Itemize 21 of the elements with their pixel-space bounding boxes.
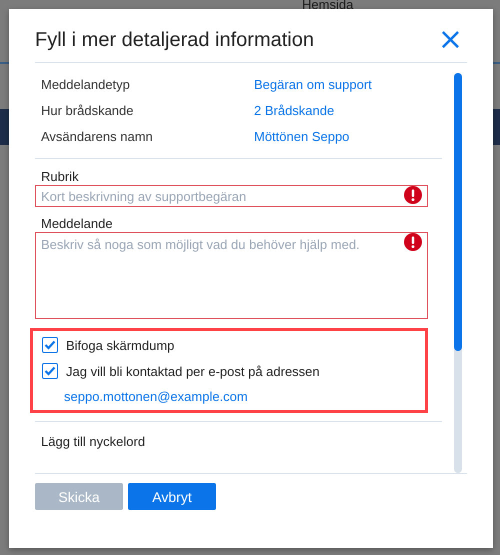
subject-field[interactable]: Kort beskrivning av supportbegäran bbox=[35, 185, 428, 207]
cancel-button[interactable]: Avbryt bbox=[128, 483, 216, 510]
checkbox-label: Jag vill bli kontaktad per e-post på adressen bbox=[66, 364, 320, 378]
message-field[interactable]: Beskriv så noga som möjligt vad du behöver hjälp med. bbox=[35, 232, 428, 319]
dialog-title: Fyll i mer detaljerad information bbox=[35, 28, 314, 52]
checkbox-label: Bifoga skärmdump bbox=[66, 338, 174, 352]
info-value[interactable]: Begäran om support bbox=[254, 77, 442, 92]
info-label: Avsändarens namn bbox=[41, 129, 154, 144]
add-keywords-link[interactable]: Lägg till nyckelord bbox=[41, 434, 146, 449]
error-icon bbox=[404, 186, 422, 204]
checkbox[interactable] bbox=[42, 337, 58, 353]
scrollbar[interactable] bbox=[454, 73, 462, 473]
field-label: Meddelande bbox=[40, 216, 114, 231]
info-label: Hur brådskande bbox=[41, 103, 134, 118]
info-value[interactable]: 2 Brådskande bbox=[254, 103, 442, 118]
email-link[interactable]: seppo.mottonen@example.com bbox=[42, 389, 415, 404]
info-label: Meddelandetyp bbox=[41, 77, 131, 92]
info-value[interactable]: Möttönen Seppo bbox=[254, 129, 442, 144]
field-label: Rubrik bbox=[40, 169, 80, 184]
error-icon bbox=[404, 233, 422, 251]
checkbox[interactable] bbox=[42, 363, 58, 379]
